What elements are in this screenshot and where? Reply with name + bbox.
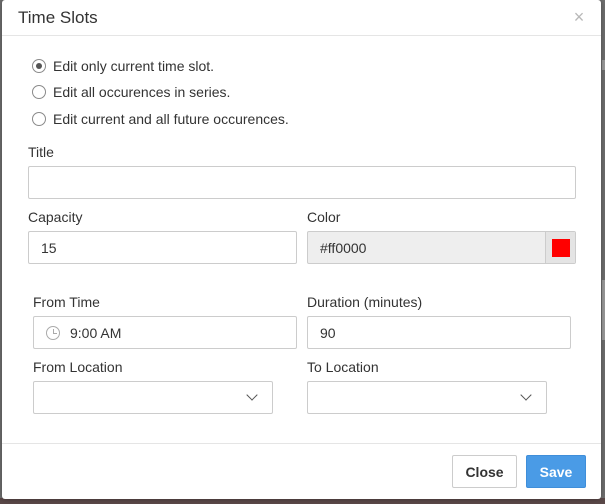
- radio-option-series[interactable]: Edit all occurences in series.: [32, 83, 230, 101]
- capacity-label: Capacity: [28, 209, 83, 225]
- close-icon[interactable]: ×: [571, 8, 587, 26]
- title-input[interactable]: [28, 166, 576, 199]
- clock-icon: [46, 325, 60, 340]
- radio-label: Edit current and all future occurences.: [53, 111, 289, 127]
- from-location-select[interactable]: [33, 381, 273, 414]
- radio-button[interactable]: [32, 59, 46, 73]
- from-time-label: From Time: [33, 294, 100, 310]
- radio-label: Edit only current time slot.: [53, 58, 215, 74]
- color-swatch: [551, 238, 570, 257]
- color-field[interactable]: #ff0000: [307, 231, 576, 264]
- chevron-down-icon: [520, 389, 532, 401]
- duration-label: Duration (minutes): [307, 294, 423, 310]
- dialog-footer: Close Save: [2, 443, 601, 499]
- radio-label: Edit all occurences in series.: [53, 84, 231, 100]
- color-picker-button[interactable]: [545, 232, 575, 263]
- from-location-label: From Location: [33, 359, 123, 375]
- dialog-title: Time Slots: [18, 8, 98, 27]
- from-time-value: 9:00 AM: [70, 324, 122, 341]
- color-value: #ff0000: [320, 239, 367, 256]
- dialog-header: Time Slots ×: [2, 0, 601, 36]
- radio-button[interactable]: [32, 85, 46, 99]
- to-location-select[interactable]: [307, 381, 547, 414]
- color-label: Color: [307, 209, 341, 225]
- title-label: Title: [28, 144, 54, 160]
- to-location-label: To Location: [307, 359, 379, 375]
- chevron-down-icon: [246, 389, 258, 401]
- time-slots-dialog: Time Slots × Edit only current time slot…: [2, 0, 601, 499]
- close-button[interactable]: Close: [452, 455, 517, 488]
- from-time-input[interactable]: 9:00 AM: [33, 316, 297, 349]
- save-button[interactable]: Save: [526, 455, 586, 488]
- radio-button[interactable]: [32, 112, 46, 126]
- radio-option-current[interactable]: Edit only current time slot.: [32, 57, 214, 75]
- capacity-input[interactable]: 15: [28, 231, 297, 264]
- duration-input[interactable]: 90: [307, 316, 571, 349]
- radio-option-future[interactable]: Edit current and all future occurences.: [32, 110, 289, 128]
